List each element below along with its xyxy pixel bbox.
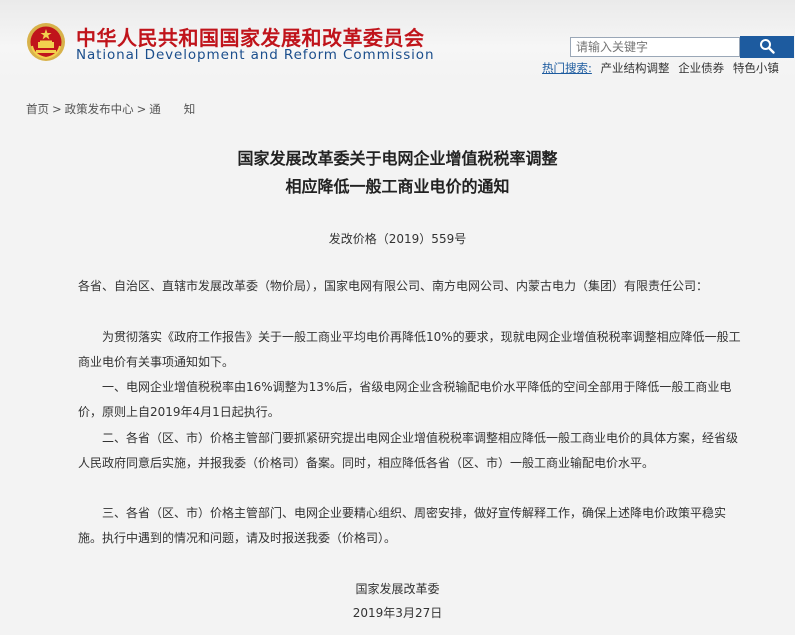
hot-search-link[interactable]: 产业结构调整 <box>601 61 670 75</box>
paragraph-1: 一、电网企业增值税税率由16%调整为13%后，省级电网企业含税输配电价水平降低的… <box>78 380 732 419</box>
hot-search-bar: 热门搜索: 产业结构调整 企业债券 特色小镇 <box>542 60 779 76</box>
breadcrumb-section-link[interactable]: 政策发布中心 <box>65 102 134 116</box>
search-input[interactable] <box>570 37 740 57</box>
national-emblem-icon[interactable] <box>26 22 66 62</box>
document-number: 发改价格（2019）559号 <box>328 232 467 246</box>
issuer: 国家发展改革委 <box>355 582 440 596</box>
hot-search-link[interactable]: 企业债券 <box>678 61 724 75</box>
breadcrumb-current-link[interactable]: 通 知 <box>149 102 195 116</box>
breadcrumb: 首页 > 政策发布中心 > 通 知 <box>26 101 195 117</box>
hot-search-label: 热门搜索: <box>542 61 592 75</box>
breadcrumb-home-link[interactable]: 首页 <box>26 102 49 116</box>
article-title-line1: 国家发展改革委关于电网企业增值税税率调整 <box>237 149 558 168</box>
article-title-line2: 相应降低一般工商业电价的通知 <box>285 177 510 196</box>
issue-date: 2019年3月27日 <box>352 606 443 620</box>
hot-search-link[interactable]: 特色小镇 <box>733 61 779 75</box>
paragraph-intro: 为贯彻落实《政府工作报告》关于一般工商业平均电价再降低10%的要求，现就电网企业… <box>78 330 741 369</box>
salutation: 各省、自治区、直辖市发展改革委（物价局），国家电网有限公司、南方电网公司、内蒙古… <box>78 279 709 293</box>
breadcrumb-separator: > <box>136 102 147 116</box>
search-icon <box>759 38 775 57</box>
breadcrumb-separator: > <box>52 102 62 116</box>
paragraph-2: 二、各省（区、市）价格主管部门要抓紧研究提出电网企业增值税税率调整相应降低一般工… <box>78 431 739 470</box>
search-button[interactable] <box>740 36 794 58</box>
paragraph-3: 三、各省（区、市）价格主管部门、电网企业要精心组织、周密安排，做好宣传解释工作，… <box>78 506 727 545</box>
site-name-en[interactable]: National Development and Reform Commissi… <box>76 47 434 63</box>
site-header: 中华人民共和国国家发展和改革委员会 National Development a… <box>0 0 795 78</box>
